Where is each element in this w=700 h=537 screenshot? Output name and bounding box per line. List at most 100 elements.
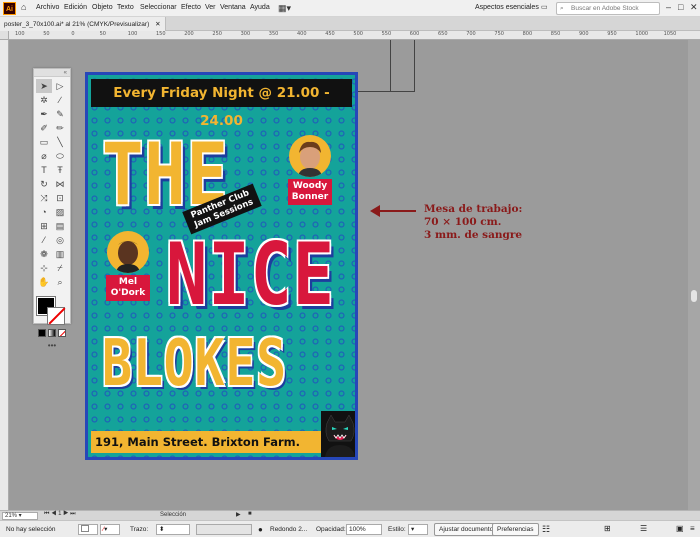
line-tool-icon[interactable]: ╲ (52, 135, 68, 149)
pencil-icon[interactable]: ✏ (52, 121, 68, 135)
menu-seleccionar[interactable]: Seleccionar (140, 4, 177, 11)
touch-type-icon[interactable]: Ŧ (52, 163, 68, 177)
stop-icon[interactable]: ■ (248, 511, 252, 517)
shape-builder-icon[interactable]: ◔ (36, 205, 52, 219)
brush-dot-icon: ● (258, 525, 263, 534)
variable-width-profile[interactable] (196, 524, 252, 535)
color-mode-icon[interactable] (38, 329, 46, 337)
stroke-swatch[interactable] (47, 307, 65, 325)
maximize-icon[interactable]: □ (678, 2, 683, 12)
artboard-tool-icon[interactable]: ⊹ (36, 261, 52, 275)
menu-bar: Ai ⌂ Archivo Edición Objeto Texto Selecc… (0, 0, 700, 17)
ruler-tick-label: 50 (43, 31, 50, 37)
graphic-style-picker[interactable]: ▾ (408, 524, 428, 535)
arrange-documents-icon[interactable]: ▦▾ (278, 3, 291, 14)
rectangle-tool-icon[interactable]: ▭ (36, 135, 52, 149)
gradient-mode-icon[interactable] (48, 329, 56, 337)
selection-tool-icon[interactable]: ➤ (36, 79, 52, 93)
free-transform-icon[interactable]: ⊡ (52, 191, 68, 205)
vertical-scrollbar[interactable] (688, 40, 700, 510)
direct-selection-tool-icon[interactable]: ▷ (52, 79, 68, 93)
vertical-ruler[interactable] (0, 40, 9, 510)
ruler-tick-label: 500 (353, 31, 363, 37)
rotate-icon[interactable]: ↻ (36, 177, 52, 191)
vertical-scroll-thumb[interactable] (691, 290, 697, 302)
guide-vertical[interactable] (414, 40, 415, 92)
reflect-icon[interactable]: ⋈ (52, 177, 68, 191)
paintbrush-icon[interactable]: ✐ (36, 121, 52, 135)
menu-archivo[interactable]: Archivo (36, 4, 59, 11)
guide-vertical[interactable] (390, 40, 391, 92)
lasso-icon[interactable]: ∕ (52, 93, 68, 107)
color-mode-row (34, 325, 70, 341)
horizontal-ruler[interactable]: 100 50 0 50 100 150 200 250 300 350 400 450 500 550 60… (9, 31, 700, 40)
preferences-button[interactable]: Preferencias (492, 523, 539, 536)
panel-menu-icon[interactable]: ☰ (640, 524, 647, 533)
graph-tool-icon[interactable]: ▥ (52, 247, 68, 261)
fill-color-swatch[interactable] (78, 524, 98, 535)
document-tab[interactable]: poster_3_70x100.ai* al 21% (CMYK/Previsu… (0, 17, 166, 31)
ruler-tick-label: 350 (268, 31, 279, 37)
mel-name-card: Mel O'Dork (106, 275, 150, 301)
eraser-icon[interactable]: ⌀ (36, 149, 52, 163)
isolate-icon[interactable]: ▣ (676, 524, 684, 533)
artboard-nav-icon[interactable]: ⏮ ◀ 1 ▶ ⏭ (44, 511, 76, 518)
mesh-icon[interactable]: ⊞ (36, 219, 52, 233)
menu-efecto[interactable]: Efecto (181, 4, 201, 11)
ruler-tick-label: 900 (579, 31, 589, 37)
ellipse-tool-icon[interactable]: ⬭ (52, 149, 68, 163)
annotation-line-3: 3 mm. de sangre (424, 229, 523, 241)
ruler-tick-label: 850 (550, 31, 561, 37)
ruler-corner[interactable] (0, 31, 9, 40)
stroke-weight-field[interactable]: ⬍ (156, 524, 190, 535)
minimize-icon[interactable]: – (666, 2, 671, 12)
gradient-icon[interactable]: ▤ (52, 219, 68, 233)
menu-texto[interactable]: Texto (117, 4, 134, 11)
tools-panel: « ➤ ▷ ✲ ∕ ✒ ✎ ✐ ✏ ▭ ╲ ⌀ ⬭ T Ŧ ↻ ⋈ ⤨ ⊡ ◔ … (33, 68, 71, 350)
ruler-tick-label: 750 (494, 31, 504, 37)
menu-edicion[interactable]: Edición (64, 4, 87, 11)
workspace-switcher[interactable]: Aspectos esenciales (475, 4, 539, 11)
symbol-sprayer-icon[interactable]: ❁ (36, 247, 52, 261)
selection-status: No hay selección (6, 526, 56, 533)
opacity-field[interactable]: 100% (346, 524, 382, 535)
poster-word-blokes: BLOKES (102, 327, 288, 401)
width-tool-icon[interactable]: ⤨ (36, 191, 52, 205)
menu-ayuda[interactable]: Ayuda (250, 4, 270, 11)
home-icon[interactable]: ⌂ (21, 2, 26, 12)
transform-icon[interactable]: ⊞ (604, 524, 611, 533)
poster-artboard[interactable]: Every Friday Night @ 21.00 - 24.00 THE N… (85, 72, 358, 460)
align-icon[interactable]: ☷ (542, 524, 550, 535)
magic-wand-icon[interactable]: ✲ (36, 93, 52, 107)
adobe-stock-search[interactable]: ⌕ Buscar en Adobe Stock (556, 2, 660, 15)
menu-objeto[interactable]: Objeto (92, 4, 113, 11)
tools-panel-grip[interactable]: « (34, 69, 70, 77)
woody-name-card: Woody Bonner (288, 179, 332, 205)
play-icon[interactable]: ▶ (236, 511, 241, 518)
close-icon[interactable]: ✕ (690, 2, 698, 13)
document-tab-bar: poster_3_70x100.ai* al 21% (CMYK/Previsu… (0, 17, 700, 31)
illustrator-logo: Ai (3, 2, 16, 15)
eyedropper-icon[interactable]: ⁄ (36, 233, 52, 247)
menu-ventana[interactable]: Ventana (220, 4, 246, 11)
brush-definition[interactable]: Redondo 2... (270, 526, 307, 533)
workspace-icon[interactable]: ▭ (541, 3, 548, 11)
more-tools-icon[interactable]: ••• (34, 341, 70, 350)
expand-icon[interactable]: ≡ (690, 524, 695, 533)
close-tab-icon[interactable]: ✕ (155, 21, 160, 28)
perspective-icon[interactable]: ▨ (52, 205, 68, 219)
slice-tool-icon[interactable]: ⌿ (52, 261, 68, 275)
document-setup-button[interactable]: Ajustar documento (434, 523, 499, 536)
none-mode-icon[interactable] (58, 329, 66, 337)
annotation-arrow-icon (370, 205, 416, 217)
hand-tool-icon[interactable]: ✋ (36, 275, 52, 289)
ruler-tick-label: 600 (409, 31, 420, 37)
pen-tool-icon[interactable]: ✒ (36, 107, 52, 121)
blend-icon[interactable]: ◎ (52, 233, 68, 247)
menu-ver[interactable]: Ver (205, 4, 216, 11)
stroke-color-swatch[interactable]: ⁄▾ (100, 524, 120, 535)
type-tool-icon[interactable]: T (36, 163, 52, 177)
zoom-field[interactable]: 21% ▾ (2, 512, 38, 520)
zoom-tool-icon[interactable]: ⌕ (52, 275, 68, 289)
curvature-tool-icon[interactable]: ✎ (52, 107, 68, 121)
